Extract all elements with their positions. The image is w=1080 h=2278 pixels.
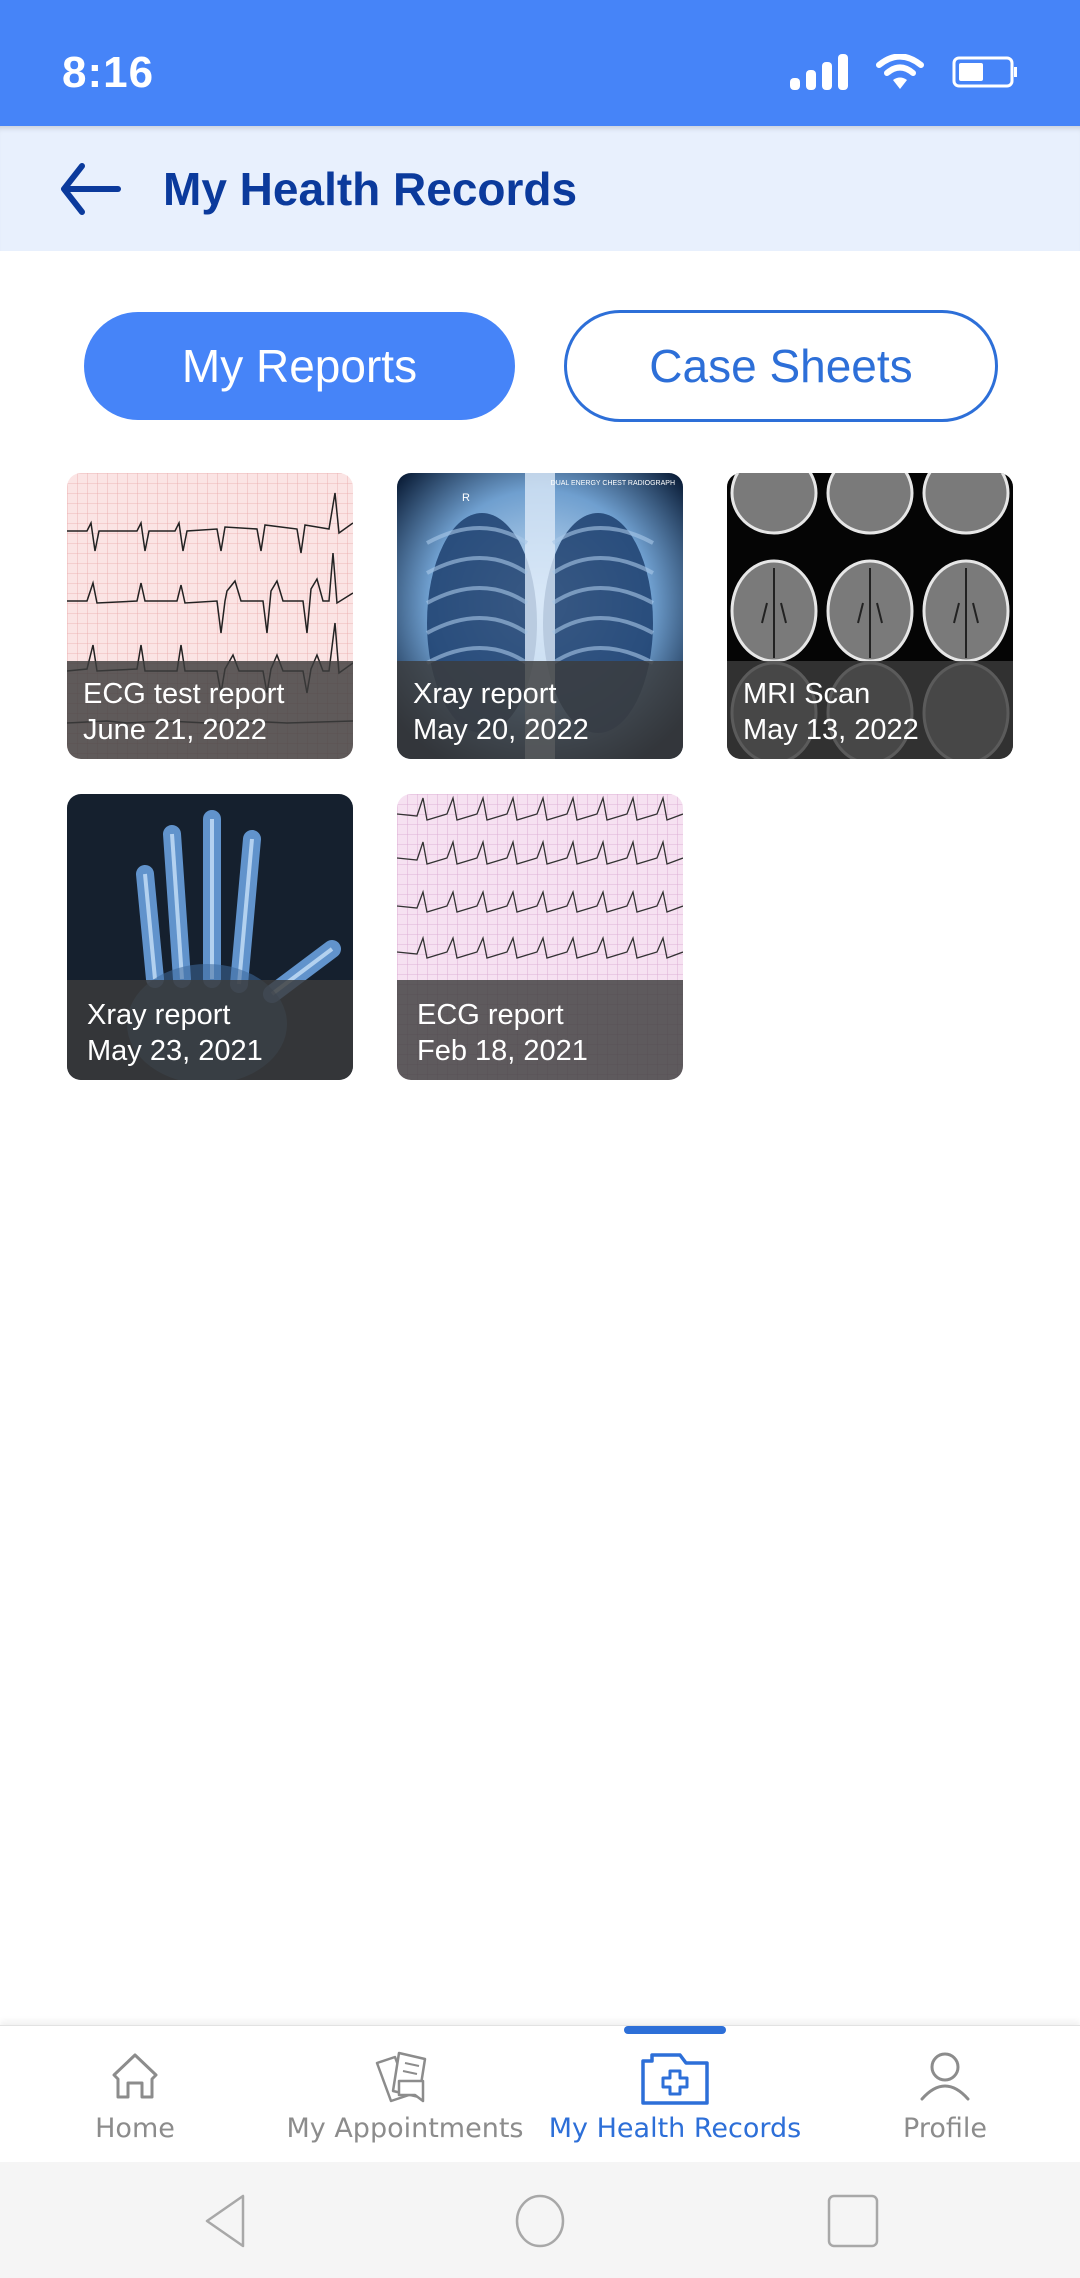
report-title: Xray report <box>413 678 557 710</box>
battery-icon <box>952 56 1017 88</box>
report-date: June 21, 2022 <box>83 714 267 746</box>
status-icons <box>790 54 1018 90</box>
report-card-hand-xray[interactable]: Xray report May 23, 2021 <box>67 794 353 1080</box>
medical-folder-icon <box>641 2053 709 2105</box>
nav-label: Profile <box>903 2113 987 2144</box>
home-icon <box>112 2053 158 2099</box>
card-caption-overlay: Xray report May 23, 2021 <box>67 980 353 1080</box>
xray-marker-r: R <box>462 492 470 504</box>
nav-label: My Appointments <box>286 2113 524 2144</box>
report-card-chest-xray[interactable]: R DUAL ENERGY CHEST RADIOGRAPH Xray repo… <box>397 473 683 759</box>
recents-square-icon[interactable] <box>827 2194 879 2248</box>
report-title: ECG report <box>417 999 564 1031</box>
system-nav-bar <box>0 2162 1080 2278</box>
report-date: May 20, 2022 <box>413 714 589 746</box>
app-header: My Health Records <box>0 126 1080 251</box>
card-caption-overlay: MRI Scan May 13, 2022 <box>727 661 1013 759</box>
report-date: Feb 18, 2021 <box>417 1035 588 1067</box>
card-caption-overlay: Xray report May 20, 2022 <box>397 661 683 759</box>
xray-caption: DUAL ENERGY CHEST RADIOGRAPH <box>551 480 675 487</box>
nav-label: My Health Records <box>548 2113 802 2144</box>
report-title: MRI Scan <box>743 678 871 710</box>
report-title: Xray report <box>87 999 231 1031</box>
appointments-icon <box>375 2051 427 2103</box>
card-caption-overlay: ECG test report June 21, 2022 <box>67 661 353 759</box>
nav-label: Home <box>95 2113 175 2144</box>
nav-home[interactable]: Home <box>50 2026 220 2163</box>
report-card-mri[interactable]: MRI Scan May 13, 2022 <box>727 473 1013 759</box>
back-button[interactable] <box>60 162 126 216</box>
nav-my-health-records[interactable]: My Health Records <box>545 2026 805 2163</box>
card-caption-overlay: ECG report Feb 18, 2021 <box>397 980 683 1080</box>
page-title: My Health Records <box>163 163 578 215</box>
report-date: May 23, 2021 <box>87 1035 263 1067</box>
report-date: May 13, 2022 <box>743 714 919 746</box>
tab-my-reports[interactable]: My Reports <box>84 312 515 420</box>
bottom-nav: Home My Appointments My Health Records P… <box>0 2025 1080 2162</box>
status-bar: 8:16 <box>0 0 1080 126</box>
report-card-ecg-test[interactable]: ECG test report June 21, 2022 <box>67 473 353 759</box>
nav-profile[interactable]: Profile <box>860 2026 1030 2163</box>
back-triangle-icon[interactable] <box>205 2194 245 2248</box>
tab-case-sheets[interactable]: Case Sheets <box>564 310 998 422</box>
nav-my-appointments[interactable]: My Appointments <box>280 2026 530 2163</box>
home-circle-icon[interactable] <box>515 2194 565 2248</box>
status-time: 8:16 <box>62 48 155 97</box>
report-title: ECG test report <box>83 678 285 710</box>
user-icon <box>920 2052 970 2101</box>
arrow-left-icon <box>61 163 121 215</box>
signal-icon <box>790 54 848 90</box>
wifi-icon <box>876 54 924 89</box>
report-card-ecg[interactable]: ECG report Feb 18, 2021 <box>397 794 683 1080</box>
